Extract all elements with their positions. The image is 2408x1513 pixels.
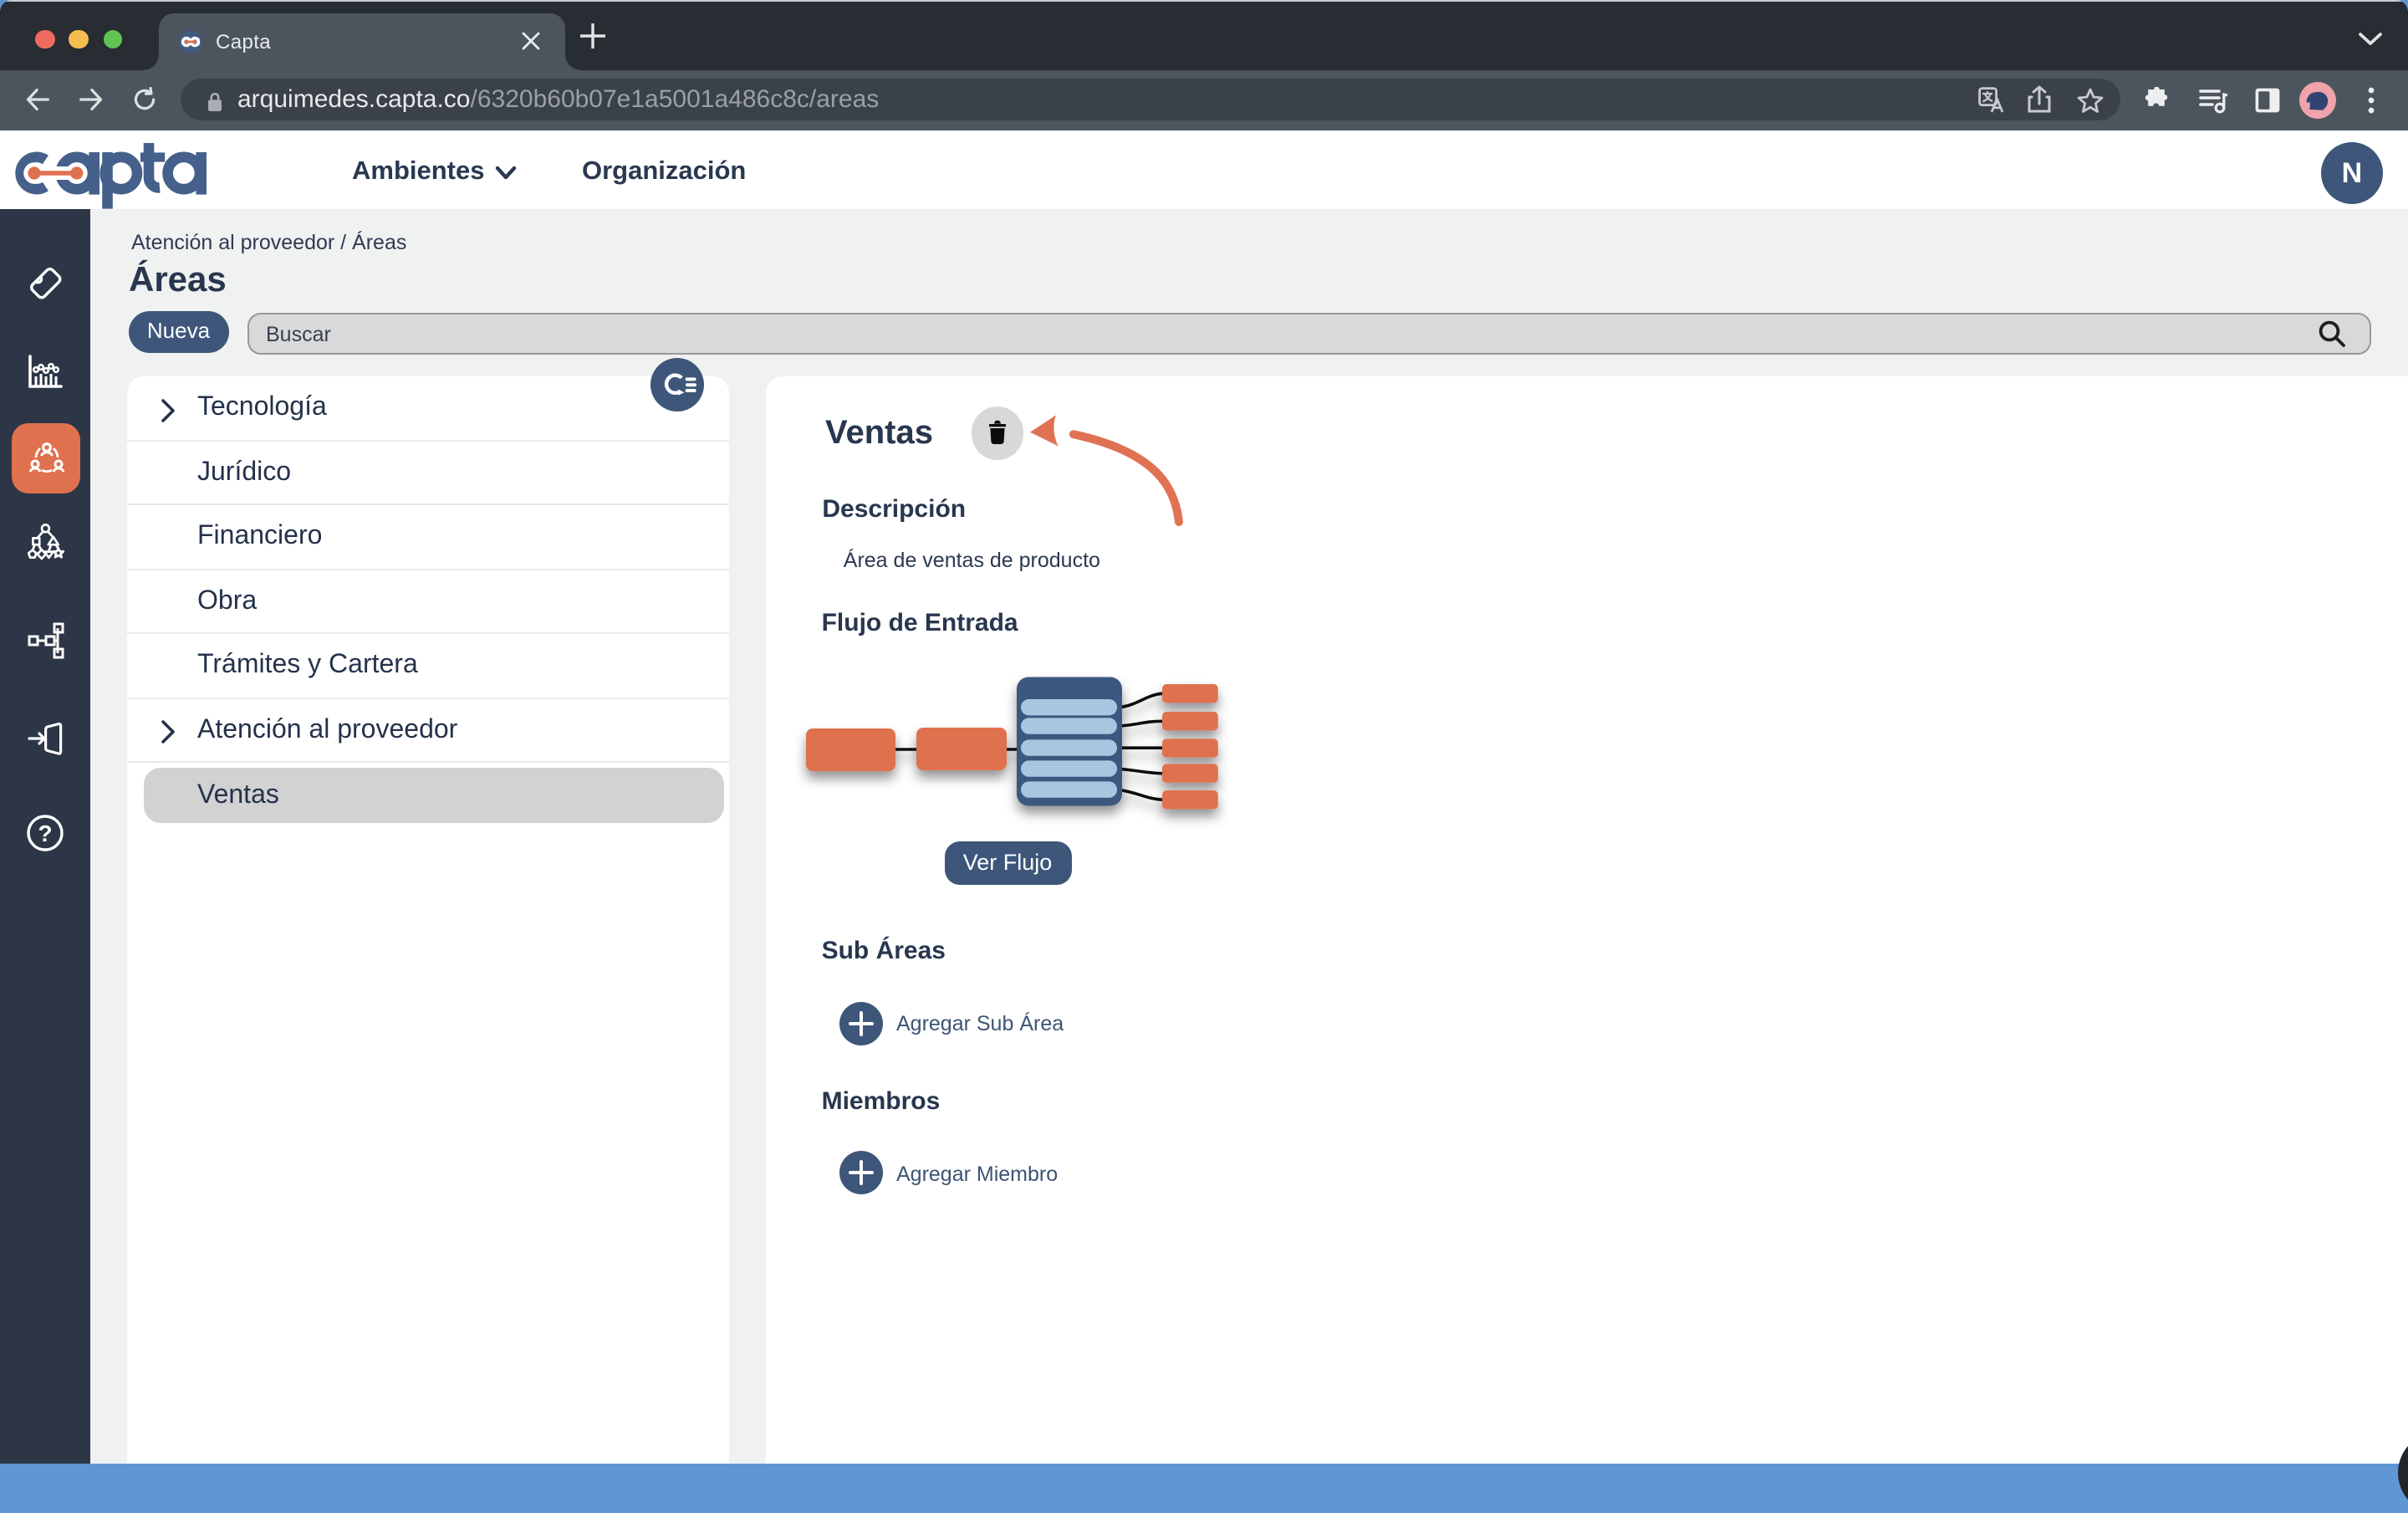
svg-text:?: ?	[38, 820, 52, 846]
